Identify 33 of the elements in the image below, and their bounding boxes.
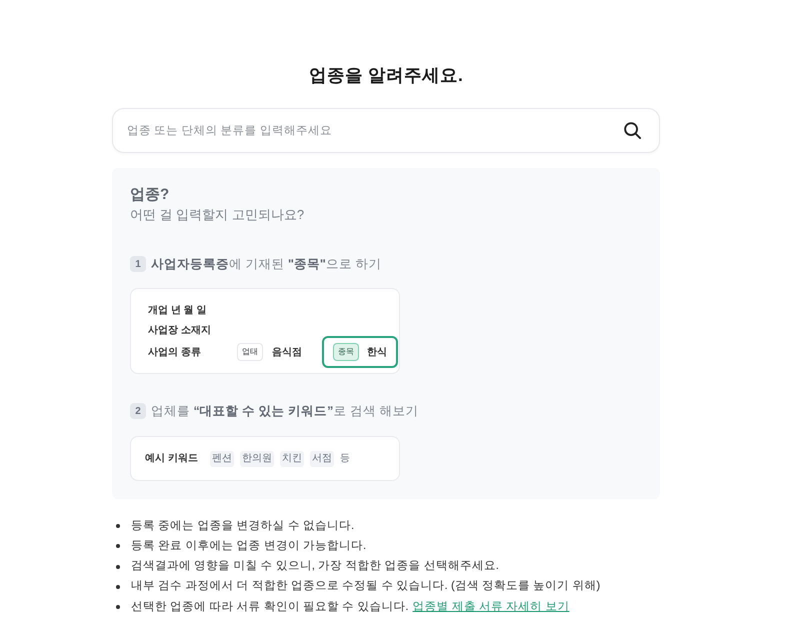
bullet-icon <box>116 524 120 528</box>
bullet-icon <box>116 564 120 569</box>
help-subheading: 어떤 걸 입력할지 고민되나요? <box>130 206 306 224</box>
note-link[interactable]: 업종별 제출 서류 자세히 보기 <box>412 598 570 616</box>
bullet-icon <box>116 585 120 590</box>
bullet-icon <box>116 605 120 610</box>
field-value: 음식점 <box>272 346 302 360</box>
note-text: 선택한 업종에 따라 서류 확인이 필요할 수 있습니다. <box>131 600 409 615</box>
search-field[interactable]: 업종 또는 단체의 분류를 입력해주세요 <box>112 108 660 153</box>
certificate-label: 사업장 소재지 <box>148 324 212 338</box>
note-text: 등록 중에는 업종을 변경하실 수 없습니다. <box>131 518 354 534</box>
keyword-chip: 펜션 <box>210 450 234 466</box>
keyword-chip: 서점 <box>310 450 334 466</box>
certificate-label: 개업 년 월 일 <box>148 304 208 318</box>
field-tag: 종목 <box>333 343 359 361</box>
note-text: 내부 검수 과정에서 더 적합한 업종으로 수정될 수 있습니다. (검색 정확도를 높이기 위해) <box>131 579 600 594</box>
step-number: 1 <box>130 256 146 272</box>
help-heading: 업종? <box>130 185 170 205</box>
note-text: 검색결과에 영향을 미칠 수 있으니, 가장 적합한 업종을 선택해주세요. <box>131 559 499 574</box>
bullet-icon <box>116 544 120 548</box>
field-value: 한식 <box>367 346 387 360</box>
search-icon[interactable] <box>624 122 641 139</box>
step-instruction: 사업자등록증에 기재된 "종목"으로 하기 <box>151 256 382 273</box>
note-text: 등록 완료 이후에는 업종 변경이 가능합니다. <box>131 538 366 554</box>
page-title: 업종을 알려주세요. <box>308 64 464 87</box>
field-tag: 업태 <box>237 343 263 361</box>
step-number: 2 <box>130 403 146 419</box>
step-instruction: 업체를 “대표할 수 있는 키워드”로 검색 해보기 <box>151 402 418 420</box>
keyword-chip: 치킨 <box>280 450 304 466</box>
keyword-suffix: 등 <box>340 452 350 466</box>
keyword-chip: 한의원 <box>240 450 274 466</box>
certificate-label: 사업의 종류 <box>148 346 202 360</box>
keywords-label: 예시 키워드 <box>145 452 198 466</box>
